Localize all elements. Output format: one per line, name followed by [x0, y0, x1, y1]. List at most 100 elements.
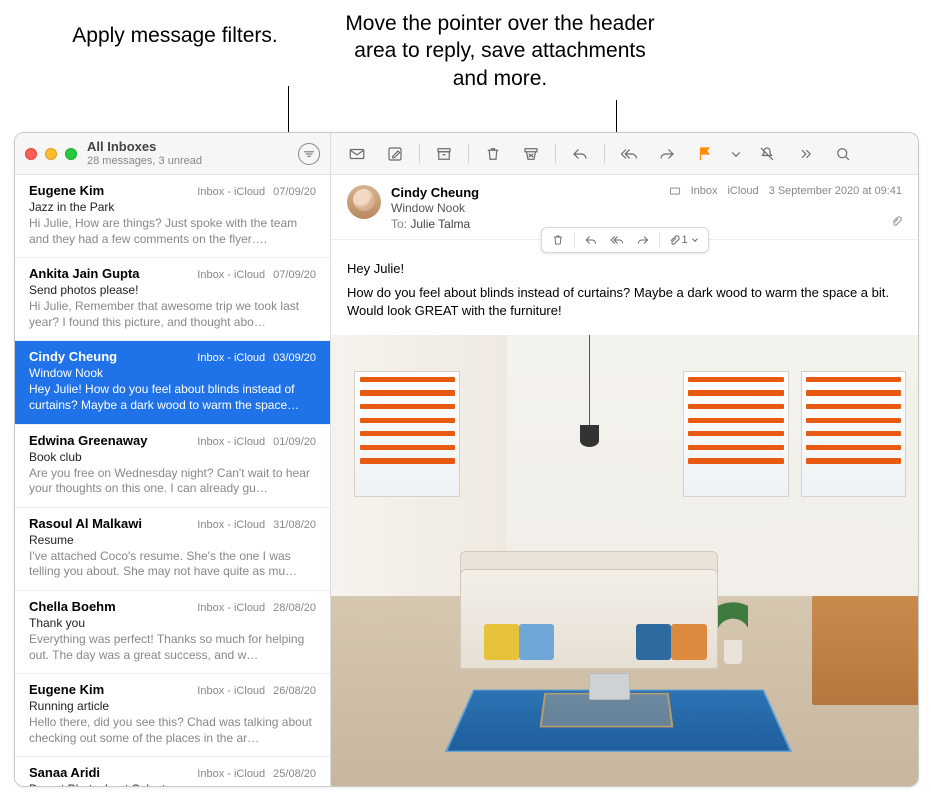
toolbar [331, 133, 918, 175]
msg-sender: Eugene Kim [29, 183, 104, 198]
msg-subject: Desert Photoshoot Selects [29, 782, 316, 786]
header-account: iCloud [727, 185, 758, 197]
msg-preview: Hi Julie, Remember that awesome trip we … [29, 299, 316, 330]
message-list-item[interactable]: Eugene Kim Inbox - iCloud 07/09/20 Jazz in … [15, 175, 330, 258]
filter-icon [303, 148, 315, 160]
folder-icon [669, 185, 681, 197]
msg-preview: Hello there, did you see this? Chad was … [29, 715, 316, 746]
msg-folder: Inbox - iCloud [197, 352, 265, 364]
msg-sender: Chella Boehm [29, 599, 116, 614]
msg-date: 01/09/20 [273, 436, 316, 448]
flag-menu-button[interactable] [725, 139, 747, 169]
mute-button[interactable] [749, 139, 785, 169]
forward-button[interactable] [649, 139, 685, 169]
msg-folder: Inbox - iCloud [197, 519, 265, 531]
msg-date: 31/08/20 [273, 519, 316, 531]
msg-subject: Running article [29, 699, 316, 713]
flag-button[interactable] [687, 139, 723, 169]
hb-separator [658, 232, 659, 248]
hb-separator [573, 232, 574, 248]
callout-hover-header: Move the pointer over the header area to… [335, 10, 665, 92]
paperclip-icon [667, 234, 679, 246]
msg-folder: Inbox - iCloud [197, 685, 265, 697]
msg-subject: Resume [29, 533, 316, 547]
msg-date: 28/08/20 [273, 602, 316, 614]
toolbar-separator [468, 144, 469, 164]
mailbox-title: All Inboxes [87, 140, 298, 154]
filter-button[interactable] [298, 143, 320, 165]
msg-date: 07/09/20 [273, 186, 316, 198]
message-attachment-image[interactable] [331, 335, 918, 786]
hb-reply-all-button[interactable] [604, 229, 628, 251]
msg-folder: Inbox - iCloud [197, 269, 265, 281]
message-list[interactable]: Eugene Kim Inbox - iCloud 07/09/20 Jazz in … [15, 175, 330, 786]
body-greeting: Hey Julie! [347, 260, 902, 278]
msg-folder: Inbox - iCloud [197, 602, 265, 614]
toolbar-separator [419, 144, 420, 164]
msg-folder: Inbox - iCloud [197, 436, 265, 448]
hb-forward-button[interactable] [630, 229, 654, 251]
message-body: Hey Julie! How do you feel about blinds … [331, 240, 918, 335]
msg-sender: Ankita Jain Gupta [29, 266, 140, 281]
attachment-icon [890, 215, 902, 227]
msg-date: 25/08/20 [273, 768, 316, 780]
message-list-item[interactable]: Cindy CheungInbox - iCloud03/09/20Window… [15, 341, 330, 424]
msg-date: 26/08/20 [273, 685, 316, 697]
msg-sender: Edwina Greenaway [29, 433, 148, 448]
reply-button[interactable] [562, 139, 598, 169]
msg-preview: I've attached Coco's resume. She's the o… [29, 549, 316, 580]
msg-subject: Thank you [29, 616, 316, 630]
msg-subject: Send photos please! [29, 283, 316, 297]
msg-subject: Book club [29, 450, 316, 464]
msg-sender: Cindy Cheung [29, 349, 117, 364]
msg-sender: Rasoul Al Malkawi [29, 516, 142, 531]
msg-folder: Inbox - iCloud [197, 186, 265, 198]
msg-subject: Jazz in the Park [29, 200, 316, 214]
message-list-pane: All Inboxes 28 messages, 3 unread Eugene… [15, 133, 331, 786]
chevron-down-icon [690, 235, 700, 245]
junk-button[interactable] [513, 139, 549, 169]
archive-button[interactable] [426, 139, 462, 169]
toolbar-separator [604, 144, 605, 164]
hb-reply-button[interactable] [578, 229, 602, 251]
close-window-button[interactable] [25, 148, 37, 160]
get-mail-button[interactable] [339, 139, 375, 169]
window-controls [25, 148, 77, 160]
mailbox-subtitle: 28 messages, 3 unread [87, 155, 298, 167]
header-subject: Window Nook [391, 201, 661, 215]
message-list-item[interactable]: Ankita Jain Gupta Inbox - iCloud 07/09/20 S… [15, 258, 330, 341]
body-paragraph: How do you feel about blinds instead of … [347, 284, 902, 320]
toolbar-separator [555, 144, 556, 164]
msg-folder: Inbox - iCloud [197, 768, 265, 780]
message-list-item[interactable]: Eugene Kim Inbox - iCloud 26/08/20 Running … [15, 674, 330, 757]
delete-button[interactable] [475, 139, 511, 169]
minimize-window-button[interactable] [45, 148, 57, 160]
compose-button[interactable] [377, 139, 413, 169]
message-list-item[interactable]: Edwina Greenaway Inbox - iCloud 01/09/20 Bo… [15, 425, 330, 508]
header-hover-bar: 1 [540, 227, 708, 253]
msg-preview: Everything was perfect! Thanks so much f… [29, 632, 316, 663]
msg-preview: Hi Julie, How are things? Just spoke wit… [29, 216, 316, 247]
hb-attachments-button[interactable]: 1 [663, 234, 703, 246]
header-from: Cindy Cheung [391, 185, 661, 200]
msg-date: 07/09/20 [273, 269, 316, 281]
more-tools-button[interactable] [787, 139, 823, 169]
message-list-item[interactable]: Chella Boehm Inbox - iCloud 28/08/20 Thank … [15, 591, 330, 674]
message-list-item[interactable]: Sanaa Aridi Inbox - iCloud 25/08/20 Desert … [15, 757, 330, 786]
fullscreen-window-button[interactable] [65, 148, 77, 160]
msg-sender: Sanaa Aridi [29, 765, 100, 780]
search-button[interactable] [825, 139, 861, 169]
sidebar-header: All Inboxes 28 messages, 3 unread [15, 133, 330, 175]
header-datetime: 3 September 2020 at 09:41 [769, 185, 902, 197]
content-pane: Cindy Cheung Window Nook To: Julie Talma… [331, 133, 918, 786]
message-list-item[interactable]: Rasoul Al Malkawi Inbox - iCloud 31/08/20 R… [15, 508, 330, 591]
reply-all-button[interactable] [611, 139, 647, 169]
sender-avatar[interactable] [347, 185, 381, 219]
msg-date: 03/09/20 [273, 352, 316, 364]
mail-window: All Inboxes 28 messages, 3 unread Eugene… [14, 132, 919, 787]
header-to-name: Julie Talma [410, 217, 470, 231]
msg-preview: Are you free on Wednesday night? Can't w… [29, 466, 316, 497]
hb-delete-button[interactable] [545, 229, 569, 251]
message-header[interactable]: Cindy Cheung Window Nook To: Julie Talma… [331, 175, 918, 240]
msg-sender: Eugene Kim [29, 682, 104, 697]
